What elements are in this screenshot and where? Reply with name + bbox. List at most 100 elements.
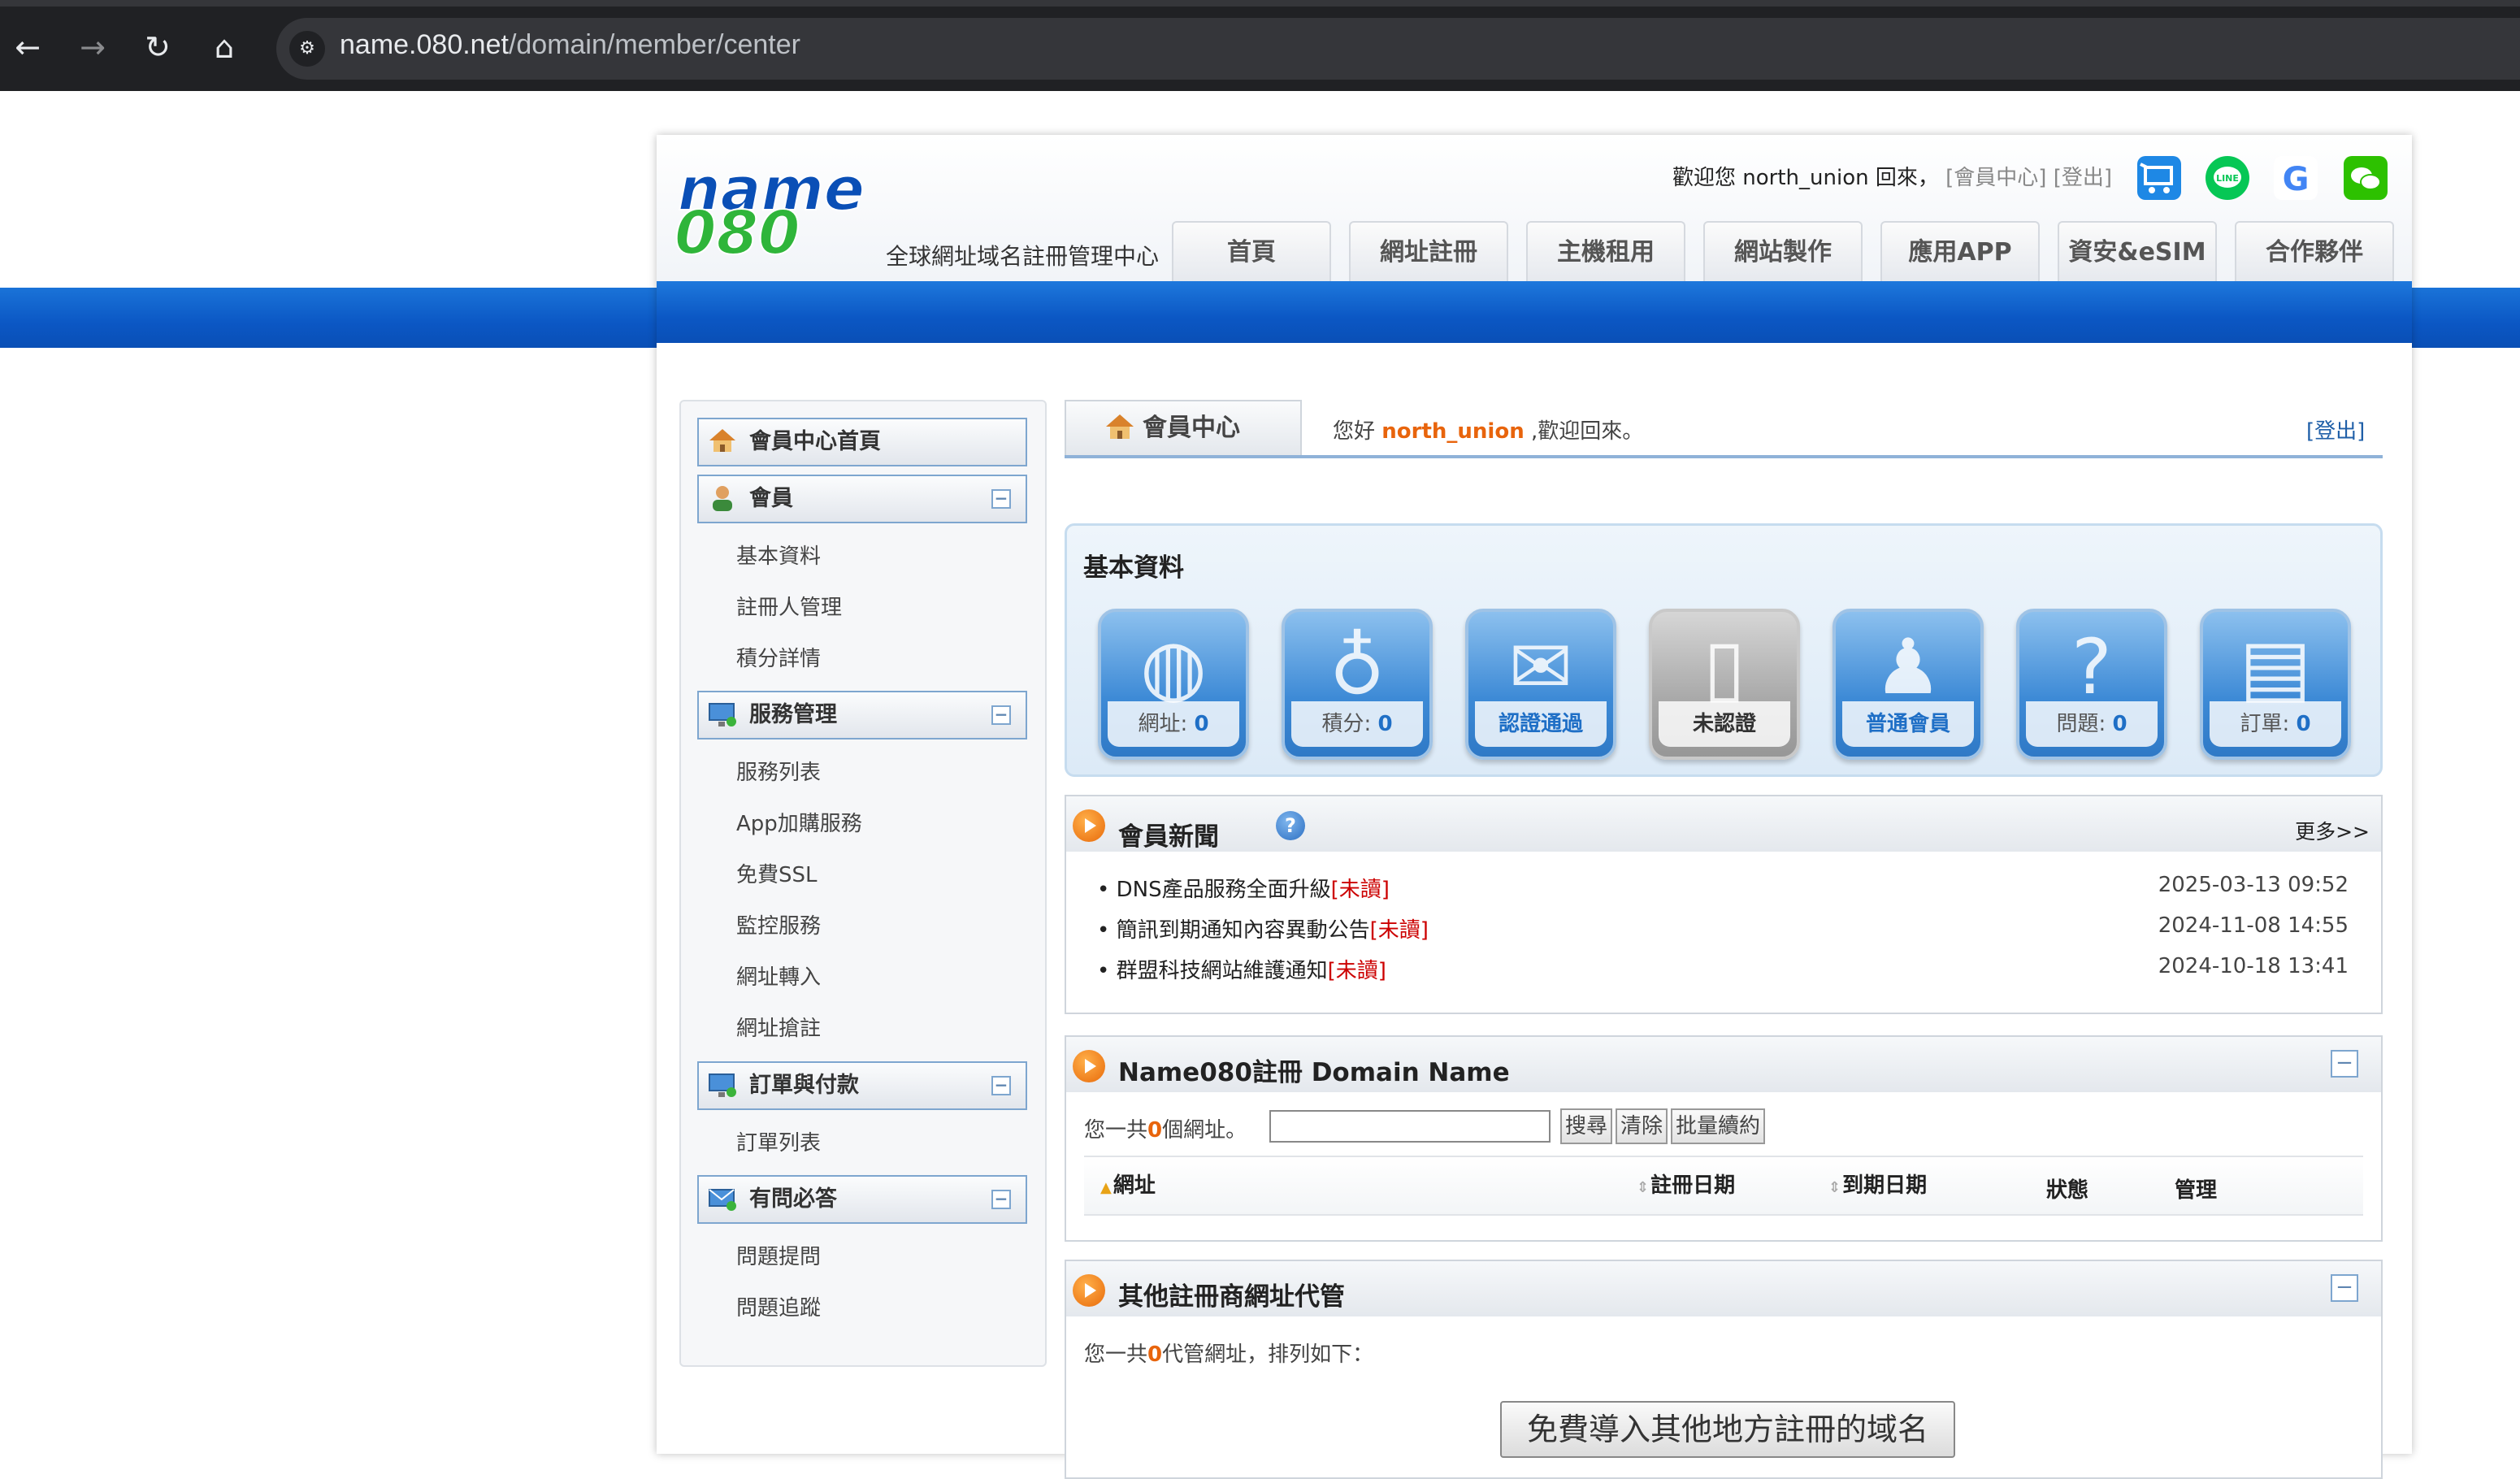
basic-info-panel: 基本資料 ◍ 網址: 0 ♁ 積分: 0 ✉ 認證通過 ▯ 未認證 ♟ 普通會員 [1065, 523, 2383, 777]
nav-hosting[interactable]: 主機租用 [1526, 221, 1685, 281]
stat-email-verified[interactable]: ✉ 認證通過 [1465, 609, 1616, 760]
sidebar-item-domain-transfer[interactable]: 網址轉入 [736, 961, 821, 991]
member-center-link[interactable]: [會員中心] [1945, 166, 2046, 190]
line-icon[interactable]: LINE [2206, 156, 2249, 200]
sidebar-section-faq[interactable]: 有問必答 − [697, 1175, 1027, 1224]
collapse-icon[interactable]: − [991, 1190, 1011, 1209]
news-date: 2024-10-18 13:41 [2158, 954, 2349, 978]
sidebar-item-order-list[interactable]: 訂單列表 [736, 1126, 821, 1156]
sort-icon: ⇕ [1828, 1179, 1841, 1196]
bulk-renew-button[interactable]: 批量續約 [1671, 1108, 1766, 1144]
svg-text:080: 080 [674, 198, 800, 257]
svg-text:LINE: LINE [2216, 173, 2239, 184]
wechat-icon[interactable] [2344, 156, 2388, 200]
collapse-icon[interactable]: − [2331, 1050, 2358, 1078]
tab-member-center[interactable]: 會員中心 [1065, 400, 1302, 457]
member-news-panel: 會員新聞 ? 更多>> • DNS產品服務全面升級[未讀] 2025-03-13… [1065, 795, 2383, 1014]
domain-panel-title: Name080註冊 Domain Name [1118, 1058, 1510, 1087]
stat-domains[interactable]: ◍ 網址: 0 [1098, 609, 1249, 760]
sidebar-item-free-ssl[interactable]: 免費SSL [736, 858, 818, 888]
more-news-link[interactable]: 更多>> [2295, 816, 2370, 845]
news-date: 2024-11-08 14:55 [2158, 913, 2349, 938]
svg-text:G: G [2283, 161, 2310, 198]
site-settings-icon[interactable]: ⚙ [289, 31, 325, 67]
stat-membership[interactable]: ♟ 普通會員 [1833, 609, 1984, 760]
medal-icon: ♁ [1329, 623, 1386, 712]
sidebar-section-orders[interactable]: 訂單與付款 − [697, 1061, 1027, 1110]
sidebar-section-member[interactable]: 會員 − [697, 475, 1027, 523]
sidebar-item-profile[interactable]: 基本資料 [736, 540, 821, 570]
nav-web-design[interactable]: 網站製作 [1703, 221, 1863, 281]
sidebar-item-ask-question[interactable]: 問題提問 [736, 1240, 821, 1270]
sidebar-item-service-list[interactable]: 服務列表 [736, 756, 821, 786]
play-bullet-icon [1073, 1050, 1105, 1082]
help-icon[interactable]: ? [1276, 811, 1305, 840]
phone-icon: ▯ [1703, 623, 1746, 712]
col-status: 狀態 [2046, 1178, 2089, 1203]
play-bullet-icon [1073, 1274, 1105, 1307]
sidebar: 會員中心首頁 會員 − 基本資料 註冊人管理 積分詳情 服務管理 − 服務列表 … [679, 400, 1047, 1367]
sidebar-section-services[interactable]: 服務管理 − [697, 691, 1027, 740]
collapse-icon[interactable]: − [2331, 1274, 2358, 1302]
header-band-inner [657, 281, 2412, 343]
sort-asc-icon: ▲ [1100, 1179, 1112, 1196]
url-text[interactable]: name.080.net/domain/member/center [340, 29, 800, 61]
sidebar-home[interactable]: 會員中心首頁 [697, 418, 1027, 466]
nav-partners[interactable]: 合作夥伴 [2235, 221, 2394, 281]
monitor-icon [709, 703, 736, 726]
collapse-icon[interactable]: − [991, 705, 1011, 725]
globe-icon: ◍ [1139, 623, 1208, 712]
domain-search-input[interactable] [1269, 1110, 1551, 1143]
collapse-icon[interactable]: − [991, 1076, 1011, 1095]
forward-icon[interactable]: → [70, 24, 115, 70]
domain-count: 您一共0個網址。 [1084, 1118, 1247, 1143]
sidebar-item-track-question[interactable]: 問題追蹤 [736, 1291, 821, 1321]
other-registrar-panel: 其他註冊商網址代管 − 您一共0代管網址，排列如下： 免費導入其他地方註冊的域名 [1065, 1260, 2383, 1479]
house-icon [709, 429, 735, 452]
back-icon[interactable]: ← [5, 24, 50, 70]
tab-underline [1065, 455, 2383, 458]
news-item[interactable]: • DNS產品服務全面升級[未讀] [1097, 873, 1390, 903]
stat-orders[interactable]: ▤ 訂單: 0 [2200, 609, 2351, 760]
import-domains-button[interactable]: 免費導入其他地方註冊的域名 [1500, 1401, 1955, 1458]
nav-security-esim[interactable]: 資安&eSIM [2058, 221, 2217, 281]
house-icon [1106, 414, 1134, 439]
col-expire-date[interactable]: ⇕到期日期 [1828, 1169, 1927, 1199]
sidebar-item-monitoring[interactable]: 監控服務 [736, 909, 821, 939]
news-item[interactable]: • 簡訊到期通知內容異動公告[未讀] [1097, 913, 1429, 943]
sidebar-item-app-addon[interactable]: App加購服務 [736, 807, 862, 837]
col-domain[interactable]: ▲網址 [1100, 1169, 1156, 1199]
nav-domain-register[interactable]: 網址註冊 [1349, 221, 1508, 281]
nav-home[interactable]: 首頁 [1172, 221, 1331, 281]
news-item[interactable]: • 群盟科技網站維護通知[未讀] [1097, 954, 1386, 984]
nav-app[interactable]: 應用APP [1880, 221, 2040, 281]
domain-list-panel: Name080註冊 Domain Name − 您一共0個網址。 搜尋 清除 批… [1065, 1035, 2383, 1242]
sidebar-item-points[interactable]: 積分詳情 [736, 642, 821, 672]
stat-phone-unverified[interactable]: ▯ 未認證 [1649, 609, 1800, 760]
header-logout-link[interactable]: [登出] [2054, 166, 2112, 190]
clear-button[interactable]: 清除 [1616, 1108, 1668, 1144]
welcome-text: 歡迎您 north_union 回來， [會員中心] [登出] [1672, 166, 2112, 190]
tab-strip [0, 0, 2520, 7]
cart-icon[interactable] [2137, 156, 2181, 200]
person-icon: ♟ [1873, 623, 1943, 712]
panel-header [1066, 796, 2381, 852]
mail-check-icon [709, 1189, 736, 1211]
stat-questions[interactable]: ? 問題: 0 [2016, 609, 2167, 760]
logout-link[interactable]: [登出] [2306, 414, 2365, 445]
collapse-icon[interactable]: − [991, 489, 1011, 509]
sidebar-item-registrants[interactable]: 註冊人管理 [736, 591, 842, 621]
stat-points[interactable]: ♁ 積分: 0 [1282, 609, 1433, 760]
home-icon[interactable]: ⌂ [202, 24, 247, 70]
search-button[interactable]: 搜尋 [1560, 1108, 1613, 1144]
site-frame: name 080 全球網址域名註冊管理中心 歡迎您 north_union 回來… [657, 135, 2412, 1479]
site-header: name 080 全球網址域名註冊管理中心 歡迎您 north_union 回來… [657, 135, 2412, 281]
sidebar-item-backorder[interactable]: 網址搶註 [736, 1012, 821, 1042]
question-icon: ? [2071, 623, 2112, 712]
logo-subtitle: 全球網址域名註冊管理中心 [886, 243, 1160, 270]
domain-table-header: ▲網址 ⇕註冊日期 ⇕到期日期 狀態 管理 [1084, 1156, 2363, 1216]
reload-icon[interactable]: ↻ [135, 24, 180, 70]
google-icon[interactable]: G [2274, 156, 2318, 200]
col-register-date[interactable]: ⇕註冊日期 [1637, 1169, 1735, 1199]
play-bullet-icon [1073, 809, 1105, 842]
